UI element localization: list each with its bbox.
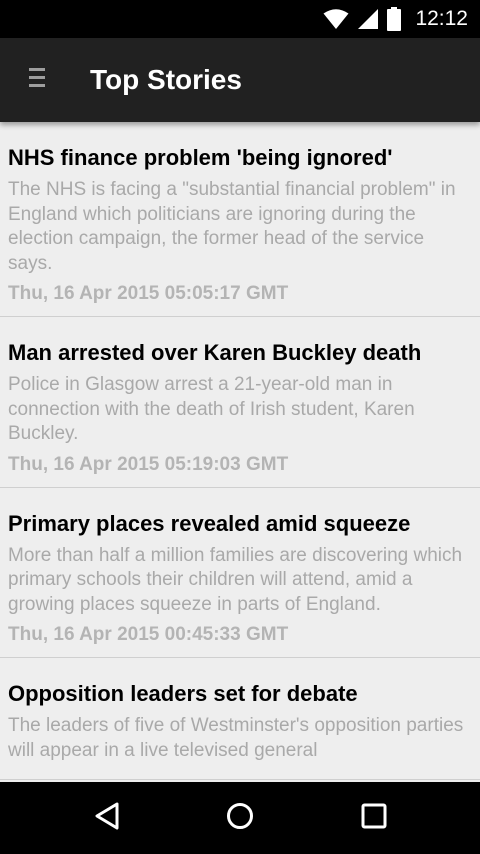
story-item[interactable]: Primary places revealed amid squeeze Mor… [0, 488, 480, 658]
story-date: Thu, 16 Apr 2015 05:05:17 GMT [8, 283, 289, 304]
story-description: The NHS is facing a "substantial financi… [8, 179, 456, 274]
story-list[interactable]: NHS finance problem 'being ignored' The … [0, 122, 480, 782]
menu-icon [29, 67, 47, 94]
status-icons: 12:12 [323, 0, 468, 38]
story-title: Man arrested over Karen Buckley death [8, 340, 422, 365]
story-title: Opposition leaders set for debate [8, 681, 358, 706]
story-description: More than half a million families are di… [8, 544, 463, 615]
status-time: 12:12 [415, 7, 468, 30]
app-toolbar: Top Stories [0, 38, 480, 122]
story-title: Primary places revealed amid squeeze [8, 510, 411, 536]
story-title: NHS finance problem 'being ignored' [8, 145, 393, 170]
recents-icon [361, 803, 387, 834]
wifi-icon [323, 8, 349, 30]
menu-button[interactable] [18, 60, 58, 100]
story-item[interactable]: NHS finance problem 'being ignored' The … [0, 122, 480, 317]
home-icon [226, 802, 254, 835]
story-date [8, 769, 472, 779]
home-button[interactable] [220, 798, 260, 838]
story-date: Thu, 16 Apr 2015 00:45:33 GMT [8, 624, 289, 645]
signal-icon [357, 8, 379, 30]
story-date: Thu, 16 Apr 2015 05:19:03 GMT [8, 453, 289, 475]
back-icon [94, 802, 120, 835]
story-item[interactable]: Man arrested over Karen Buckley death Po… [0, 317, 480, 488]
battery-icon [387, 7, 402, 31]
back-button[interactable] [87, 798, 127, 838]
recents-button[interactable] [354, 798, 394, 838]
status-bar: 12:12 [0, 0, 480, 38]
story-description: The leaders of five of Westminster's opp… [8, 715, 464, 761]
story-description: Police in Glasgow arrest a 21-year-old m… [8, 374, 415, 444]
page-title: Top Stories [90, 64, 242, 95]
story-item[interactable]: Opposition leaders set for debate The le… [0, 658, 480, 780]
navigation-bar [0, 782, 480, 854]
